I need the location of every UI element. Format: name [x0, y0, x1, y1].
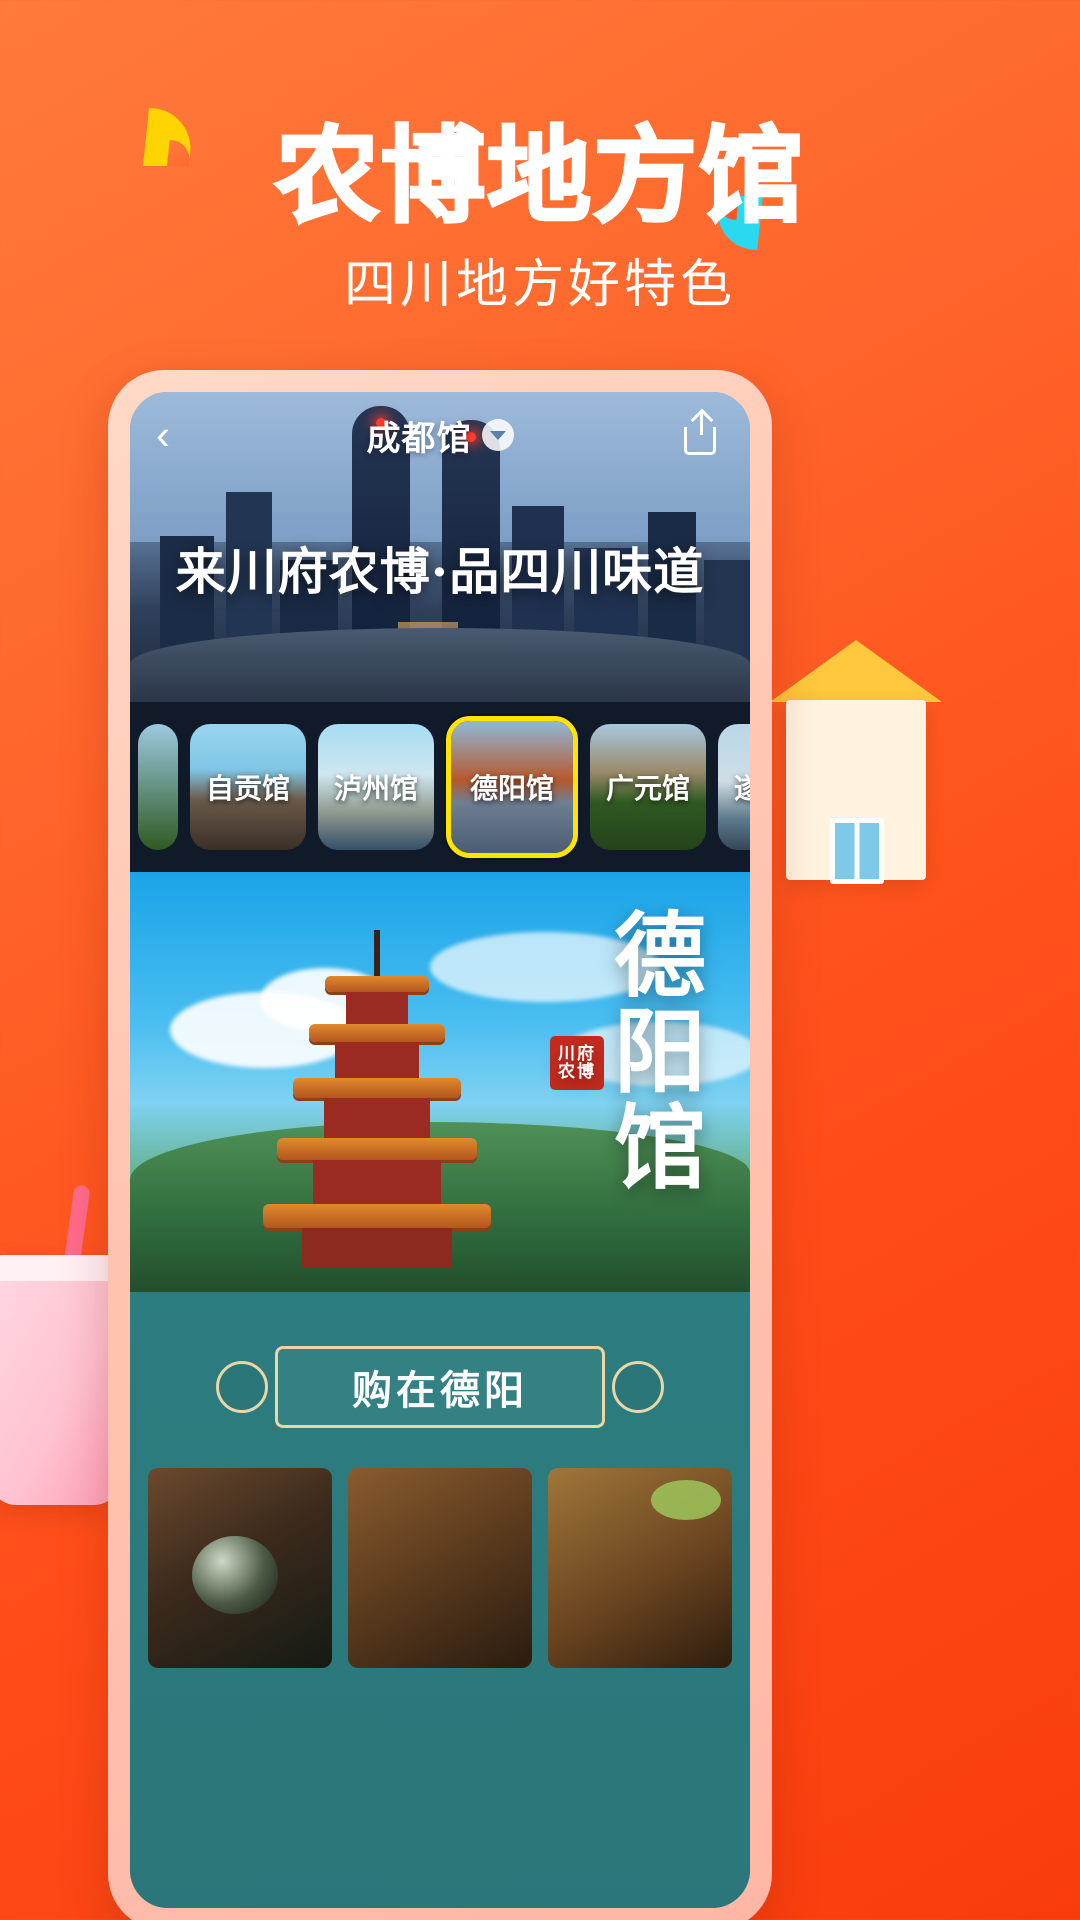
pagoda-spire — [374, 930, 380, 976]
city-tab-strip[interactable]: 自贡馆 泸州馆 德阳馆 广元馆 遂宁馆 — [130, 702, 750, 872]
product-card[interactable] — [548, 1468, 732, 1668]
calligraphy-char: 德 — [613, 902, 708, 1010]
house-body-shape — [786, 700, 926, 884]
city-tab-guangyuan[interactable]: 广元馆 — [590, 724, 706, 850]
deyang-hero-image: 川府农博 德 阳 馆 — [130, 872, 750, 1292]
city-tab-label: 自贡馆 — [205, 773, 290, 804]
hero-slogan: 来川府农博·品四川味道 — [175, 542, 705, 601]
navbar-title-group[interactable]: 成都馆 — [200, 411, 680, 460]
shop-section-ribbon: 购在德阳 — [275, 1346, 605, 1428]
shop-section: 购在德阳 — [130, 1292, 750, 1908]
back-button[interactable]: ‹ — [156, 414, 200, 456]
decor-drink-cup — [0, 1184, 120, 1505]
calligraphy-char: 馆 — [613, 1094, 708, 1202]
cup-rim-shape — [0, 1255, 120, 1281]
city-tab-label: 泸州馆 — [333, 773, 418, 804]
calligraphy-seal: 川府农博 — [549, 1036, 604, 1090]
city-tab-label: 遂宁馆 — [733, 773, 750, 804]
house-window-shape — [830, 818, 884, 884]
page-title: 农博地方馆 — [273, 115, 805, 237]
pagoda-illustration — [262, 930, 492, 1268]
shop-section-title: 购在德阳 — [352, 1367, 528, 1414]
calligraphy-char: 阳 — [613, 998, 708, 1106]
decor-house-illustration — [770, 640, 942, 884]
page-subtitle: 四川地方好特色 — [343, 255, 736, 315]
city-tab-deyang-selected[interactable]: 德阳馆 — [446, 716, 578, 858]
house-roof-shape — [770, 640, 942, 702]
city-tab-label: 广元馆 — [605, 773, 690, 804]
city-tab-zigong[interactable]: 自贡馆 — [190, 724, 306, 850]
caret-down-icon[interactable] — [481, 419, 514, 451]
city-tab-luzhou[interactable]: 泸州馆 — [318, 724, 434, 850]
product-card[interactable] — [348, 1468, 532, 1668]
app-navbar: ‹ 成都馆 — [130, 392, 750, 478]
phone-screen: ‹ 成都馆 来川府农博·品四川味道 自贡馆 泸州馆 德阳馆 广元馆 遂 川府农博… — [130, 392, 750, 1908]
deyang-calligraphy: 川府农博 德 阳 馆 — [549, 902, 708, 1202]
phone-mockup: ‹ 成都馆 来川府农博·品四川味道 自贡馆 泸州馆 德阳馆 广元馆 遂 川府农博… — [108, 370, 772, 1920]
hero-plaza-roof — [130, 628, 750, 702]
hero-city-banner: ‹ 成都馆 来川府农博·品四川味道 — [130, 392, 750, 702]
product-grid — [130, 1428, 750, 1668]
navbar-title: 成都馆 — [366, 419, 472, 458]
city-tab-label: 德阳馆 — [469, 773, 554, 804]
product-card[interactable] — [148, 1468, 332, 1668]
share-icon[interactable] — [680, 413, 724, 457]
city-tab-suining[interactable]: 遂宁馆 — [718, 724, 750, 850]
city-tab-partial-left[interactable] — [138, 724, 178, 850]
